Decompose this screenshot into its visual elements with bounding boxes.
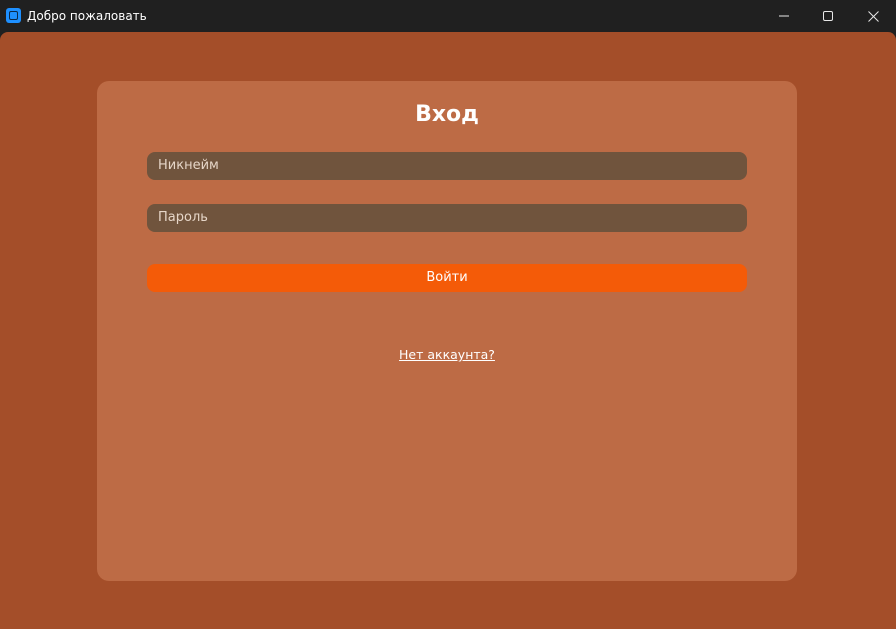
app-icon	[6, 8, 21, 23]
close-button[interactable]	[851, 0, 895, 32]
window-title: Добро пожаловать	[27, 9, 147, 23]
register-link-row: Нет аккаунта?	[97, 347, 797, 363]
maximize-icon	[823, 11, 833, 21]
window-content: Вход Никнейм Пароль Войти Нет аккаунта?	[0, 32, 896, 629]
minimize-icon	[779, 15, 789, 17]
login-heading: Вход	[415, 102, 479, 127]
minimize-button[interactable]	[762, 0, 806, 32]
login-button[interactable]: Войти	[147, 264, 747, 292]
nickname-input[interactable]: Никнейм	[147, 152, 747, 180]
maximize-button[interactable]	[806, 0, 850, 32]
close-icon	[867, 10, 879, 22]
login-button-label: Войти	[426, 270, 468, 285]
password-input[interactable]: Пароль	[147, 204, 747, 232]
title-bar[interactable]: Добро пожаловать	[0, 0, 896, 32]
app-window: Добро пожаловать Вход Никнейм Пароль Вой…	[0, 0, 896, 629]
register-link[interactable]: Нет аккаунта?	[399, 347, 495, 362]
password-placeholder: Пароль	[158, 210, 208, 225]
login-card: Вход Никнейм Пароль Войти Нет аккаунта?	[97, 81, 797, 581]
nickname-placeholder: Никнейм	[158, 158, 219, 173]
